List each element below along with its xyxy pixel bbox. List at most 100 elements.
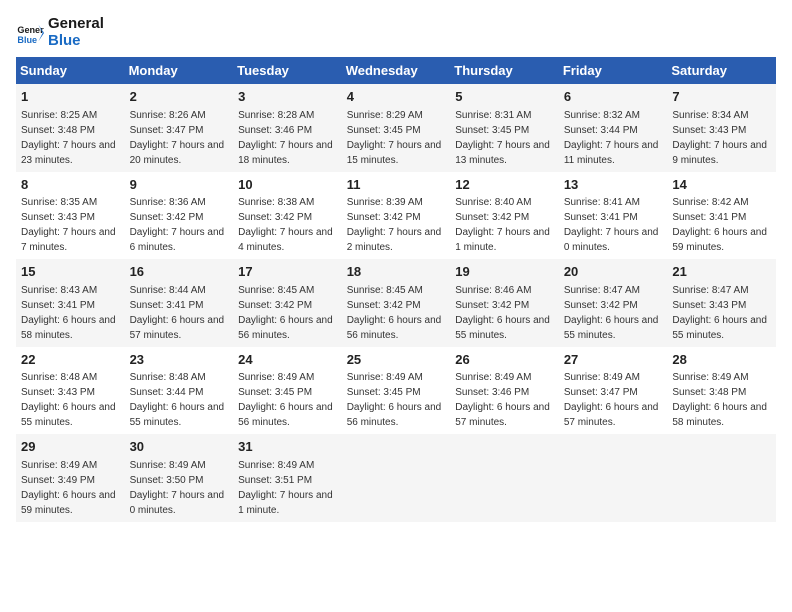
day-info: Sunrise: 8:28 AMSunset: 3:46 PMDaylight:… bbox=[238, 110, 333, 166]
calendar-cell: 29 Sunrise: 8:49 AMSunset: 3:49 PMDayligh… bbox=[16, 434, 125, 522]
calendar-cell: 5 Sunrise: 8:31 AMSunset: 3:45 PMDaylight… bbox=[450, 84, 559, 172]
day-number: 21 bbox=[672, 263, 771, 281]
day-info: Sunrise: 8:49 AMSunset: 3:50 PMDaylight:… bbox=[130, 460, 225, 516]
day-number: 27 bbox=[564, 351, 663, 369]
day-info: Sunrise: 8:42 AMSunset: 3:41 PMDaylight:… bbox=[672, 197, 767, 253]
day-info: Sunrise: 8:45 AMSunset: 3:42 PMDaylight:… bbox=[238, 285, 333, 341]
day-number: 17 bbox=[238, 263, 337, 281]
day-info: Sunrise: 8:25 AMSunset: 3:48 PMDaylight:… bbox=[21, 110, 116, 166]
calendar-cell: 30 Sunrise: 8:49 AMSunset: 3:50 PMDayligh… bbox=[125, 434, 234, 522]
day-number: 29 bbox=[21, 438, 120, 456]
weekday-header-saturday: Saturday bbox=[667, 57, 776, 84]
day-number: 13 bbox=[564, 176, 663, 194]
day-number: 18 bbox=[347, 263, 446, 281]
day-info: Sunrise: 8:49 AMSunset: 3:45 PMDaylight:… bbox=[347, 372, 442, 428]
calendar-cell: 31 Sunrise: 8:49 AMSunset: 3:51 PMDayligh… bbox=[233, 434, 342, 522]
calendar-table: SundayMondayTuesdayWednesdayThursdayFrid… bbox=[16, 57, 776, 522]
day-info: Sunrise: 8:49 AMSunset: 3:45 PMDaylight:… bbox=[238, 372, 333, 428]
day-number: 15 bbox=[21, 263, 120, 281]
calendar-cell: 18 Sunrise: 8:45 AMSunset: 3:42 PMDayligh… bbox=[342, 259, 451, 347]
calendar-cell: 1 Sunrise: 8:25 AMSunset: 3:48 PMDaylight… bbox=[16, 84, 125, 172]
logo-blue: Blue bbox=[48, 33, 104, 50]
day-info: Sunrise: 8:29 AMSunset: 3:45 PMDaylight:… bbox=[347, 110, 442, 166]
calendar-cell: 16 Sunrise: 8:44 AMSunset: 3:41 PMDayligh… bbox=[125, 259, 234, 347]
day-number: 30 bbox=[130, 438, 229, 456]
calendar-cell: 8 Sunrise: 8:35 AMSunset: 3:43 PMDaylight… bbox=[16, 172, 125, 260]
day-number: 14 bbox=[672, 176, 771, 194]
day-number: 1 bbox=[21, 88, 120, 106]
calendar-cell: 17 Sunrise: 8:45 AMSunset: 3:42 PMDayligh… bbox=[233, 259, 342, 347]
day-number: 10 bbox=[238, 176, 337, 194]
day-info: Sunrise: 8:32 AMSunset: 3:44 PMDaylight:… bbox=[564, 110, 659, 166]
day-info: Sunrise: 8:43 AMSunset: 3:41 PMDaylight:… bbox=[21, 285, 116, 341]
calendar-row-2: 8 Sunrise: 8:35 AMSunset: 3:43 PMDaylight… bbox=[16, 172, 776, 260]
calendar-cell: 27Sunrise: 8:49 AMSunset: 3:47 PMDayligh… bbox=[559, 347, 668, 435]
calendar-cell: 12 Sunrise: 8:40 AMSunset: 3:42 PMDayligh… bbox=[450, 172, 559, 260]
day-info: Sunrise: 8:48 AMSunset: 3:43 PMDaylight:… bbox=[21, 372, 116, 428]
day-number: 4 bbox=[347, 88, 446, 106]
day-info: Sunrise: 8:49 AMSunset: 3:49 PMDaylight:… bbox=[21, 460, 116, 516]
calendar-row-1: 1 Sunrise: 8:25 AMSunset: 3:48 PMDaylight… bbox=[16, 84, 776, 172]
day-info: Sunrise: 8:49 AMSunset: 3:48 PMDaylight:… bbox=[672, 372, 767, 428]
day-number: 23 bbox=[130, 351, 229, 369]
weekday-header-friday: Friday bbox=[559, 57, 668, 84]
day-info: Sunrise: 8:39 AMSunset: 3:42 PMDaylight:… bbox=[347, 197, 442, 253]
day-number: 31 bbox=[238, 438, 337, 456]
day-info: Sunrise: 8:49 AMSunset: 3:46 PMDaylight:… bbox=[455, 372, 550, 428]
calendar-cell: 14 Sunrise: 8:42 AMSunset: 3:41 PMDayligh… bbox=[667, 172, 776, 260]
calendar-cell bbox=[667, 434, 776, 522]
day-number: 11 bbox=[347, 176, 446, 194]
svg-text:General: General bbox=[17, 25, 44, 35]
day-number: 16 bbox=[130, 263, 229, 281]
weekday-header-row: SundayMondayTuesdayWednesdayThursdayFrid… bbox=[16, 57, 776, 84]
calendar-cell bbox=[559, 434, 668, 522]
day-number: 26 bbox=[455, 351, 554, 369]
day-info: Sunrise: 8:48 AMSunset: 3:44 PMDaylight:… bbox=[130, 372, 225, 428]
day-info: Sunrise: 8:31 AMSunset: 3:45 PMDaylight:… bbox=[455, 110, 550, 166]
day-number: 3 bbox=[238, 88, 337, 106]
weekday-header-thursday: Thursday bbox=[450, 57, 559, 84]
weekday-header-monday: Monday bbox=[125, 57, 234, 84]
calendar-row-4: 22Sunrise: 8:48 AMSunset: 3:43 PMDayligh… bbox=[16, 347, 776, 435]
calendar-cell: 15 Sunrise: 8:43 AMSunset: 3:41 PMDayligh… bbox=[16, 259, 125, 347]
weekday-header-sunday: Sunday bbox=[16, 57, 125, 84]
day-info: Sunrise: 8:26 AMSunset: 3:47 PMDaylight:… bbox=[130, 110, 225, 166]
calendar-row-5: 29 Sunrise: 8:49 AMSunset: 3:49 PMDayligh… bbox=[16, 434, 776, 522]
logo: General Blue General Blue bbox=[16, 16, 104, 49]
calendar-cell bbox=[342, 434, 451, 522]
day-info: Sunrise: 8:36 AMSunset: 3:42 PMDaylight:… bbox=[130, 197, 225, 253]
day-info: Sunrise: 8:44 AMSunset: 3:41 PMDaylight:… bbox=[130, 285, 225, 341]
day-info: Sunrise: 8:41 AMSunset: 3:41 PMDaylight:… bbox=[564, 197, 659, 253]
day-number: 25 bbox=[347, 351, 446, 369]
day-info: Sunrise: 8:45 AMSunset: 3:42 PMDaylight:… bbox=[347, 285, 442, 341]
calendar-cell: 26 Sunrise: 8:49 AMSunset: 3:46 PMDayligh… bbox=[450, 347, 559, 435]
day-number: 5 bbox=[455, 88, 554, 106]
day-number: 12 bbox=[455, 176, 554, 194]
calendar-cell bbox=[450, 434, 559, 522]
calendar-cell: 9Sunrise: 8:36 AMSunset: 3:42 PMDaylight… bbox=[125, 172, 234, 260]
weekday-header-tuesday: Tuesday bbox=[233, 57, 342, 84]
day-info: Sunrise: 8:49 AMSunset: 3:51 PMDaylight:… bbox=[238, 460, 333, 516]
weekday-header-wednesday: Wednesday bbox=[342, 57, 451, 84]
day-info: Sunrise: 8:46 AMSunset: 3:42 PMDaylight:… bbox=[455, 285, 550, 341]
calendar-cell: 25 Sunrise: 8:49 AMSunset: 3:45 PMDayligh… bbox=[342, 347, 451, 435]
calendar-cell: 7Sunrise: 8:34 AMSunset: 3:43 PMDaylight… bbox=[667, 84, 776, 172]
day-number: 28 bbox=[672, 351, 771, 369]
calendar-cell: 3 Sunrise: 8:28 AMSunset: 3:46 PMDaylight… bbox=[233, 84, 342, 172]
day-info: Sunrise: 8:47 AMSunset: 3:43 PMDaylight:… bbox=[672, 285, 767, 341]
day-number: 20 bbox=[564, 263, 663, 281]
day-number: 19 bbox=[455, 263, 554, 281]
day-info: Sunrise: 8:34 AMSunset: 3:43 PMDaylight:… bbox=[672, 110, 767, 166]
calendar-cell: 13 Sunrise: 8:41 AMSunset: 3:41 PMDayligh… bbox=[559, 172, 668, 260]
day-number: 8 bbox=[21, 176, 120, 194]
day-info: Sunrise: 8:40 AMSunset: 3:42 PMDaylight:… bbox=[455, 197, 550, 253]
calendar-cell: 22Sunrise: 8:48 AMSunset: 3:43 PMDayligh… bbox=[16, 347, 125, 435]
day-number: 6 bbox=[564, 88, 663, 106]
calendar-cell: 21 Sunrise: 8:47 AMSunset: 3:43 PMDayligh… bbox=[667, 259, 776, 347]
calendar-row-3: 15 Sunrise: 8:43 AMSunset: 3:41 PMDayligh… bbox=[16, 259, 776, 347]
day-number: 24 bbox=[238, 351, 337, 369]
calendar-cell: 28 Sunrise: 8:49 AMSunset: 3:48 PMDayligh… bbox=[667, 347, 776, 435]
calendar-cell: 20 Sunrise: 8:47 AMSunset: 3:42 PMDayligh… bbox=[559, 259, 668, 347]
day-info: Sunrise: 8:47 AMSunset: 3:42 PMDaylight:… bbox=[564, 285, 659, 341]
day-info: Sunrise: 8:35 AMSunset: 3:43 PMDaylight:… bbox=[21, 197, 116, 253]
